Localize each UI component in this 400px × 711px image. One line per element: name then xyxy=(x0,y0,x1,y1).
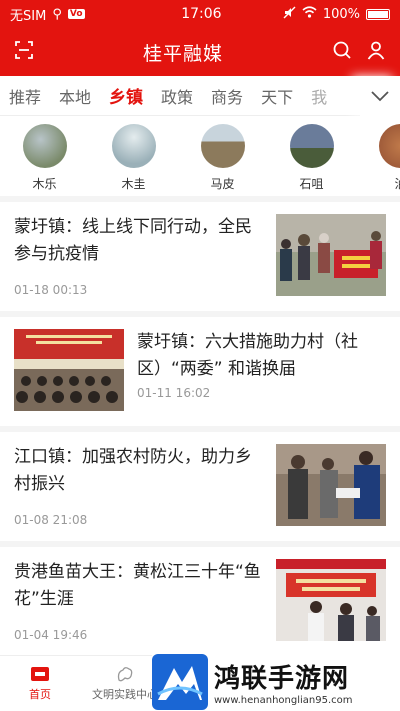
town-avatar xyxy=(111,124,156,168)
nav-home[interactable]: 首页 xyxy=(0,656,80,711)
chevron-down-icon[interactable] xyxy=(360,76,400,116)
volte-badge: Vo xyxy=(67,9,85,19)
town-avatar xyxy=(200,124,245,168)
news-time: 01-08 21:08 xyxy=(14,513,88,527)
news-item[interactable]: 蒙圩镇：线上线下同行动，全民参与抗疫情 01-18 00:13 xyxy=(0,202,400,317)
news-item[interactable]: 江口镇：加强农村防火，助力乡村振兴 01-08 21:08 xyxy=(0,432,400,547)
watermark-url: www.henanhonglian95.com xyxy=(214,694,353,706)
nav-label: 首页 xyxy=(29,687,51,701)
town-name: 木乐 xyxy=(32,177,57,191)
nav-label: 文明实践中心 xyxy=(92,687,158,701)
user-icon[interactable] xyxy=(366,40,386,64)
town-avatar xyxy=(22,124,67,168)
status-time: 17:06 xyxy=(181,6,222,22)
news-title: 蒙圩镇：线上线下同行动，全民参与抗疫情 xyxy=(14,217,252,264)
town-avatar xyxy=(378,124,400,168)
news-thumbnail xyxy=(276,214,386,296)
town-item[interactable]: 石咀 xyxy=(267,124,356,192)
news-item[interactable]: 贵港鱼苗大王：黄松江三十年“鱼花”生涯 01-04 19:46 xyxy=(0,547,400,662)
town-name: 石咀 xyxy=(299,177,324,191)
town-avatar xyxy=(289,124,334,168)
watermark-title: 鸿联手游网 xyxy=(214,663,350,694)
home-icon xyxy=(31,666,49,681)
town-item[interactable]: 马皮 xyxy=(178,124,267,192)
app-header: 桂平融媒 xyxy=(0,28,400,76)
town-name: 木圭 xyxy=(121,177,146,191)
status-bar: 无SIM ⚲ Vo 17:06 100% xyxy=(0,0,400,28)
town-carousel: 木乐 木圭 马皮 石咀 油 xyxy=(0,116,400,202)
town-item[interactable]: 木乐 xyxy=(0,124,89,192)
tab-local[interactable]: 本地 xyxy=(50,84,100,108)
town-name: 马皮 xyxy=(210,177,235,191)
news-item[interactable]: 蒙圩镇：六大措施助力村（社区）“两委” 和谐换届 01-11 16:02 xyxy=(0,317,400,432)
wifi-icon xyxy=(302,6,317,22)
news-thumbnail xyxy=(14,329,124,411)
category-tabs: 推荐 本地 乡镇 政策 商务 天下 我 xyxy=(0,76,400,116)
news-thumbnail xyxy=(276,444,386,526)
search-icon[interactable] xyxy=(332,40,352,64)
news-time: 01-11 16:02 xyxy=(137,386,211,400)
usb-icon: ⚲ xyxy=(52,6,62,22)
watermark-logo xyxy=(152,653,208,710)
news-time: 01-04 19:46 xyxy=(14,628,88,642)
news-time: 01-18 00:13 xyxy=(14,283,88,297)
tab-world[interactable]: 天下 xyxy=(252,84,302,108)
town-name: 油 xyxy=(394,175,400,192)
news-title: 江口镇：加强农村防火，助力乡村振兴 xyxy=(14,447,252,494)
app-title: 桂平融媒 xyxy=(142,42,223,65)
tab-policy[interactable]: 政策 xyxy=(152,84,202,108)
battery-percent: 100% xyxy=(322,6,360,22)
mute-icon xyxy=(283,6,296,23)
tab-me[interactable]: 我 xyxy=(302,84,336,108)
tab-business[interactable]: 商务 xyxy=(202,84,252,108)
watermark: 鸿联手游网 www.henanhonglian95.com xyxy=(152,652,400,711)
tab-towns[interactable]: 乡镇 xyxy=(100,83,152,108)
carrier-label: 无SIM xyxy=(10,8,47,24)
civilization-icon xyxy=(117,666,133,681)
tab-recommend[interactable]: 推荐 xyxy=(0,84,50,108)
town-item[interactable]: 油 xyxy=(356,124,400,192)
news-title: 蒙圩镇：六大措施助力村（社区）“两委” 和谐换届 xyxy=(137,332,358,379)
scan-icon[interactable] xyxy=(14,40,34,64)
battery-icon xyxy=(366,8,390,20)
town-item[interactable]: 木圭 xyxy=(89,124,178,192)
news-thumbnail xyxy=(276,559,386,641)
news-list: 蒙圩镇：线上线下同行动，全民参与抗疫情 01-18 00:13 蒙圩镇：六大措施… xyxy=(0,202,400,662)
news-title: 贵港鱼苗大王：黄松江三十年“鱼花”生涯 xyxy=(14,562,261,609)
